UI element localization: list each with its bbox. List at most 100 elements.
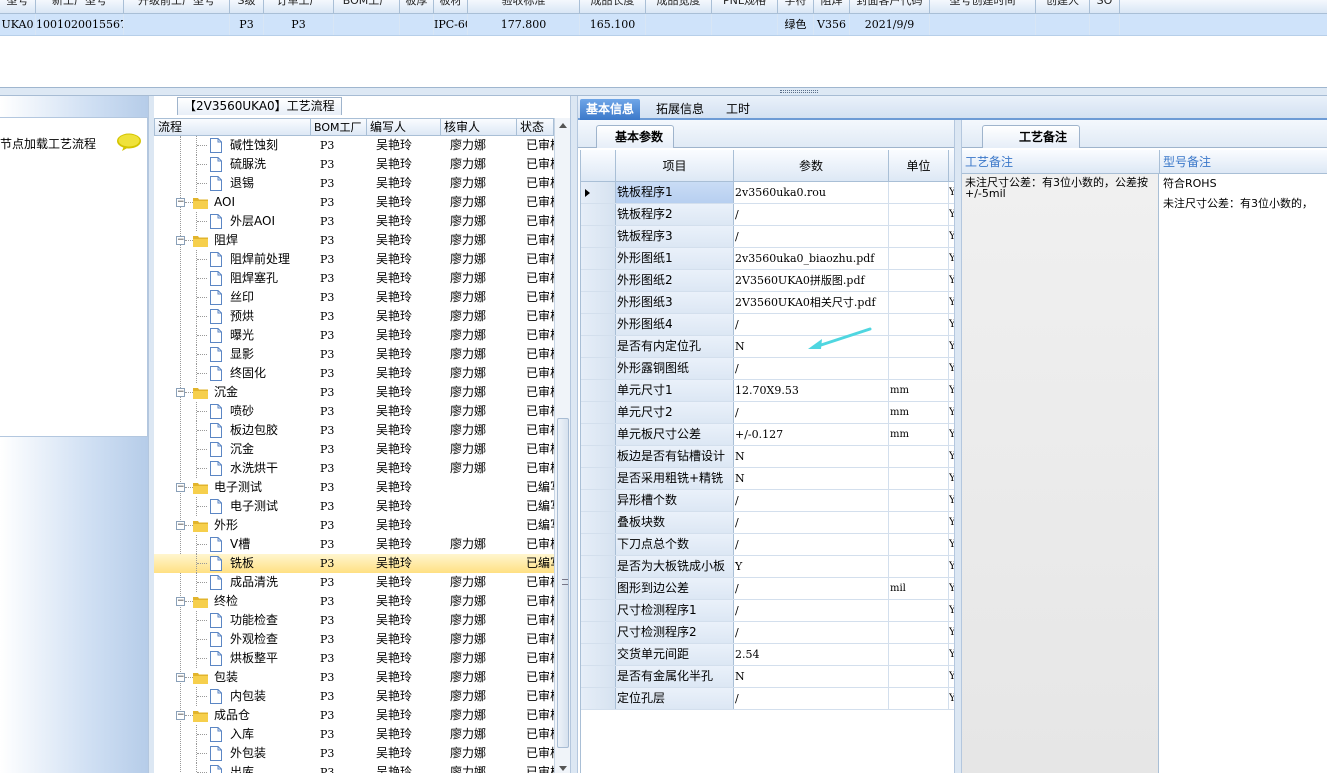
param-header-value[interactable]: 参数 [734,150,889,182]
param-value[interactable]: / [734,534,889,555]
param-unit[interactable] [889,270,949,291]
tab-basic-info[interactable]: 基本信息 [580,99,641,120]
tree-header-bom[interactable]: BOM工厂 [311,119,367,136]
param-value[interactable]: / [734,226,889,247]
param-row[interactable]: 外形露铜图纸 / Y [581,358,955,380]
tree-row[interactable]: 终固化 P3 吴艳玲 廖力娜 已审核 [154,364,554,383]
model-grid-header-cell[interactable]: BOM工厂 [334,0,400,13]
param-value[interactable]: / [734,512,889,533]
param-value[interactable]: N [734,468,889,489]
param-value[interactable]: 2V3560UKA0相关尺寸.pdf [734,292,889,313]
model-grid-header-cell[interactable]: SO [1090,0,1120,13]
tree-row[interactable]: − 外形 P3 吴艳玲 已编写 [154,516,554,535]
param-unit[interactable] [889,182,949,203]
tree-row[interactable]: 电子测试 P3 吴艳玲 已编写 [154,497,554,516]
row-indicator[interactable] [581,226,616,247]
scroll-up-icon[interactable] [559,123,567,128]
model-grid-header-cell[interactable]: PNL规格 [712,0,778,13]
process-remark-text[interactable]: 未注尺寸公差：有3位小数的，公差按+/-5mil [962,174,1159,773]
row-indicator[interactable] [581,314,616,335]
tree-row[interactable]: 碱性蚀刻 P3 吴艳玲 廖力娜 已审核 [154,136,554,155]
tree-row[interactable]: 功能检查 P3 吴艳玲 廖力娜 已审核 [154,611,554,630]
model-grid-row[interactable]: UKA010010200155677 P3P3 IPC-6012 Ⅱ级177.800… [0,14,1327,36]
model-grid-header-cell[interactable]: 阻焊 [814,0,850,13]
remark-header-process[interactable]: 工艺备注 [962,150,1160,174]
row-indicator[interactable] [581,644,616,665]
tree-row[interactable]: − 成品仓 P3 吴艳玲 廖力娜 已审核 [154,706,554,725]
tree-row[interactable]: 丝印 P3 吴艳玲 廖力娜 已审核 [154,288,554,307]
param-value[interactable]: +/-0.127 [734,424,889,445]
collapse-icon[interactable]: − [176,711,185,720]
model-grid-header-cell[interactable]: 型号 [0,0,36,13]
param-header-unit[interactable]: 单位 [889,150,949,182]
row-indicator[interactable] [581,292,616,313]
model-grid-header-cell[interactable]: 创建人 [1036,0,1090,13]
row-indicator[interactable] [581,204,616,225]
tree-row[interactable]: 硫脲洗 P3 吴艳玲 廖力娜 已审核 [154,155,554,174]
tree-header-process[interactable]: 流程 [155,119,311,136]
row-indicator[interactable] [581,622,616,643]
model-grid-header-cell[interactable]: 型号创建时间 [930,0,1036,13]
model-grid-header-cell[interactable]: 板厚 [400,0,434,13]
row-indicator[interactable] [581,424,616,445]
model-grid-header-cell[interactable]: 字符 [778,0,814,13]
param-value[interactable]: 2V3560UKA0拼版图.pdf [734,270,889,291]
param-row[interactable]: 叠板块数 / Y [581,512,955,534]
speech-bubble-icon[interactable] [116,133,142,151]
param-header-item[interactable]: 项目 [616,150,734,182]
param-value[interactable]: 2v3560uka0_biaozhu.pdf [734,248,889,269]
param-row[interactable]: 外形图纸4/Y [581,314,955,336]
param-unit[interactable] [889,644,949,665]
param-value[interactable]: N [734,446,889,467]
collapse-icon[interactable]: − [176,483,185,492]
param-unit[interactable] [889,292,949,313]
collapse-icon[interactable]: − [176,673,185,682]
tree-row[interactable]: 沉金 P3 吴艳玲 廖力娜 已审核 [154,440,554,459]
tab-work-hours[interactable]: 工时 [720,99,756,120]
param-row[interactable]: 外形图纸1 2v3560uka0_biaozhu.pdf Y [581,248,955,270]
tree-row[interactable]: − AOI P3 吴艳玲 廖力娜 已审核 [154,193,554,212]
param-unit[interactable] [889,688,949,709]
tree-row[interactable]: 成品清洗 P3 吴艳玲 廖力娜 已审核 [154,573,554,592]
tree-scrollbar[interactable] [554,118,570,773]
param-unit[interactable] [889,556,949,577]
param-value[interactable]: / [734,402,889,423]
model-grid-header-cell[interactable]: 订单工厂 [264,0,334,13]
scroll-down-icon[interactable] [559,766,567,771]
param-row[interactable]: 板边是否有钻槽设计 N Y [581,446,955,468]
row-indicator[interactable] [581,358,616,379]
row-indicator[interactable] [581,600,616,621]
tree-row[interactable]: 预烘 P3 吴艳玲 廖力娜 已审核 [154,307,554,326]
model-remark-text[interactable]: 符合ROHS 未注尺寸公差：有3位小数的， [1160,174,1327,773]
param-row[interactable]: 铣板程序3/Y [581,226,955,248]
tree-row[interactable]: 板边包胶 P3 吴艳玲 廖力娜 已审核 [154,421,554,440]
param-row[interactable]: 交货单元间距 2.54 Y [581,644,955,666]
param-row[interactable]: 单元尺寸2/mm Y [581,402,955,424]
tree-row[interactable]: 外观检查 P3 吴艳玲 廖力娜 已审核 [154,630,554,649]
param-value[interactable]: / [734,688,889,709]
param-value[interactable]: 2.54 [734,644,889,665]
row-indicator[interactable] [581,578,616,599]
tree-row[interactable]: 内包装 P3 吴艳玲 廖力娜 已审核 [154,687,554,706]
collapse-icon[interactable]: − [176,597,185,606]
row-indicator[interactable] [581,666,616,687]
param-value[interactable]: / [734,358,889,379]
tree-row[interactable]: 烘板整平 P3 吴艳玲 廖力娜 已审核 [154,649,554,668]
remark-header-model[interactable]: 型号备注 [1160,150,1327,174]
param-row[interactable]: 铣板程序2/Y [581,204,955,226]
tree-row[interactable]: 出库 P3 吴艳玲 廖力娜 已审核 [154,763,554,773]
param-unit[interactable] [889,622,949,643]
tree-row[interactable]: − 沉金 P3 吴艳玲 廖力娜 已审核 [154,383,554,402]
param-row[interactable]: 图形到边公差 / mil Y [581,578,955,600]
tree-row[interactable]: − 阻焊 P3 吴艳玲 廖力娜 已审核 [154,231,554,250]
tree-header-editor[interactable]: 编写人 [367,119,441,136]
row-indicator[interactable] [581,534,616,555]
tree-header-auditor[interactable]: 核审人 [441,119,517,136]
param-unit[interactable]: mm [889,380,949,401]
param-value[interactable]: Y [734,556,889,577]
row-indicator[interactable] [581,270,616,291]
param-unit[interactable] [889,468,949,489]
row-indicator[interactable] [581,688,616,709]
row-indicator[interactable] [581,490,616,511]
tree-row[interactable]: 喷砂 P3 吴艳玲 廖力娜 已审核 [154,402,554,421]
